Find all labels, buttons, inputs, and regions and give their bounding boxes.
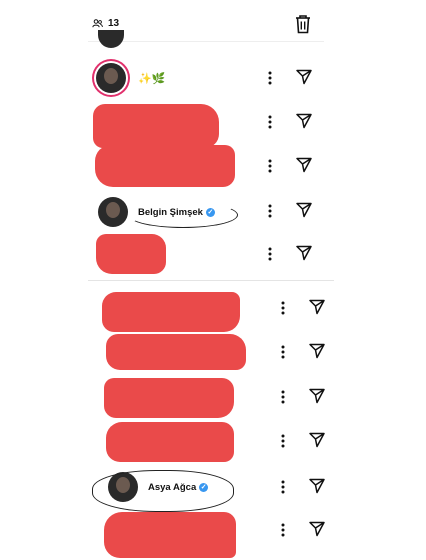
redaction-mark: [93, 104, 219, 148]
redaction-mark: [104, 512, 236, 558]
avatar[interactable]: [98, 197, 128, 227]
redaction-mark: [104, 378, 234, 418]
send-icon[interactable]: [308, 520, 326, 538]
more-vertical-icon[interactable]: [277, 344, 289, 360]
more-vertical-icon[interactable]: [277, 479, 289, 495]
more-vertical-icon[interactable]: [277, 433, 289, 449]
viewer-row[interactable]: ✨🌿: [88, 58, 328, 98]
screenshot-seam: [88, 280, 334, 281]
people-icon: [92, 19, 103, 28]
send-icon[interactable]: [308, 298, 326, 316]
send-icon[interactable]: [308, 342, 326, 360]
annotation-circle: [128, 202, 238, 228]
header-divider: [88, 41, 324, 42]
viewer-count-label: 13: [108, 18, 120, 29]
send-icon[interactable]: [295, 244, 313, 262]
redaction-mark: [106, 422, 234, 462]
send-icon[interactable]: [295, 201, 313, 219]
more-vertical-icon[interactable]: [277, 389, 289, 405]
trash-icon[interactable]: [294, 14, 312, 34]
viewer-count[interactable]: 13: [92, 18, 119, 29]
send-icon[interactable]: [295, 68, 313, 86]
redaction-mark: [95, 145, 235, 187]
more-vertical-icon[interactable]: [264, 114, 276, 130]
send-icon[interactable]: [295, 156, 313, 174]
avatar[interactable]: [98, 30, 124, 48]
more-vertical-icon[interactable]: [264, 246, 276, 262]
more-vertical-icon[interactable]: [277, 522, 289, 538]
avatar[interactable]: [96, 63, 126, 93]
redaction-mark: [96, 234, 166, 274]
redaction-mark: [106, 334, 246, 370]
send-icon[interactable]: [308, 387, 326, 405]
more-vertical-icon[interactable]: [264, 158, 276, 174]
send-icon[interactable]: [308, 431, 326, 449]
send-icon[interactable]: [295, 112, 313, 130]
more-vertical-icon[interactable]: [264, 203, 276, 219]
more-vertical-icon[interactable]: [264, 70, 276, 86]
send-icon[interactable]: [308, 477, 326, 495]
redaction-mark: [102, 292, 240, 332]
more-vertical-icon[interactable]: [277, 300, 289, 316]
annotation-circle: [92, 470, 234, 512]
viewer-emoji: ✨🌿: [138, 73, 166, 85]
story-viewers-header: 13: [0, 0, 426, 44]
